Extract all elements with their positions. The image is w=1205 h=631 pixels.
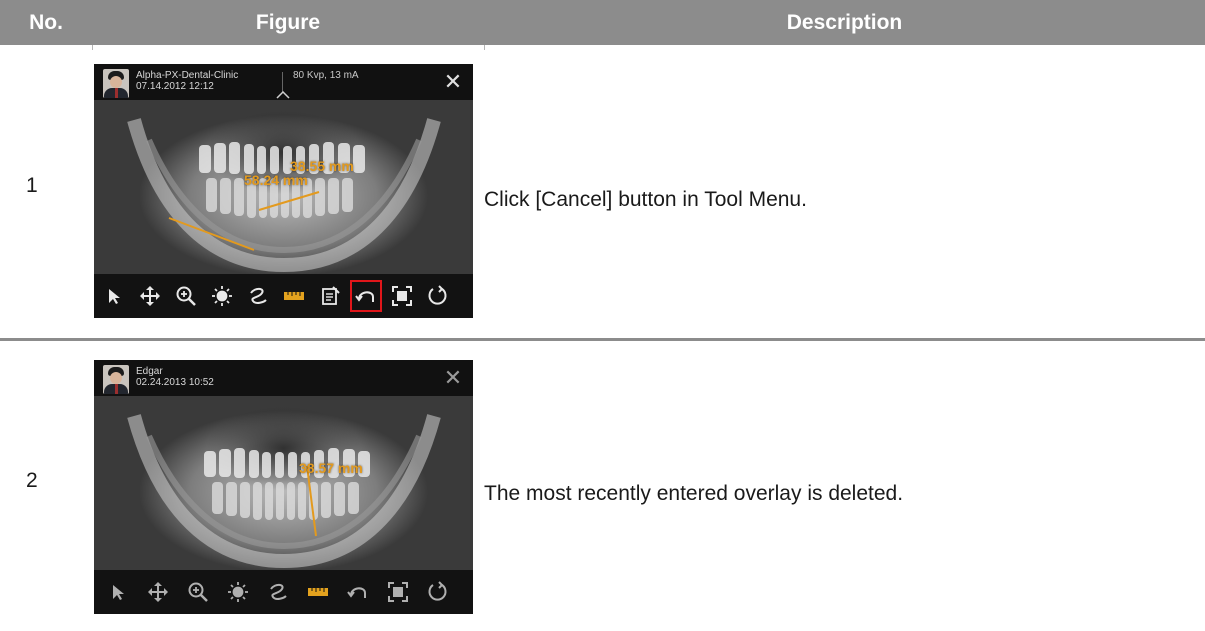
memo-icon[interactable] bbox=[315, 281, 345, 311]
rotate-icon[interactable] bbox=[423, 577, 453, 607]
panoramic-xray-image: 38.57 mm bbox=[94, 396, 473, 570]
row-number: 2 bbox=[26, 469, 38, 492]
header-divider bbox=[282, 72, 283, 92]
column-header-figure: Figure bbox=[255, 11, 321, 34]
table-header: No. Figure Description bbox=[0, 0, 1205, 45]
column-separator bbox=[92, 45, 93, 50]
chevron-up-icon[interactable] bbox=[276, 91, 290, 99]
cancel-icon[interactable] bbox=[343, 577, 373, 607]
tool-menu bbox=[94, 274, 473, 318]
brightness-icon[interactable] bbox=[207, 281, 237, 311]
brightness-icon[interactable] bbox=[223, 577, 253, 607]
pointer-icon[interactable] bbox=[99, 281, 129, 311]
freehand-icon[interactable] bbox=[263, 577, 293, 607]
avatar bbox=[103, 365, 129, 394]
viewer-header: Alpha-PX-Dental-Clinic 07.14.2012 12:12 … bbox=[94, 64, 473, 100]
measurement-label: 58.24 mm bbox=[244, 172, 308, 188]
close-icon[interactable]: ✕ bbox=[441, 366, 465, 390]
panoramic-xray-image: 38.55 mm 58.24 mm bbox=[94, 100, 473, 274]
viewer-header: Edgar 02.24.2013 10:52 ✕ bbox=[94, 360, 473, 396]
pointer-icon[interactable] bbox=[103, 577, 133, 607]
fit-screen-icon[interactable] bbox=[387, 281, 417, 311]
row-number: 1 bbox=[26, 174, 38, 197]
row-description: The most recently entered overlay is del… bbox=[484, 482, 904, 505]
ruler-icon[interactable] bbox=[303, 577, 333, 607]
tool-menu bbox=[94, 570, 473, 614]
avatar bbox=[103, 69, 129, 98]
patient-name: Alpha-PX-Dental-Clinic bbox=[136, 70, 239, 81]
row-divider bbox=[0, 338, 1205, 341]
exam-datetime: 07.14.2012 12:12 bbox=[136, 81, 214, 92]
exam-datetime: 02.24.2013 10:52 bbox=[136, 377, 214, 388]
zoom-icon[interactable] bbox=[171, 281, 201, 311]
column-header-description: Description bbox=[786, 11, 903, 34]
pan-icon[interactable] bbox=[135, 281, 165, 311]
viewer-figure: Edgar 02.24.2013 10:52 ✕ 38.57 mm bbox=[94, 360, 473, 614]
zoom-icon[interactable] bbox=[183, 577, 213, 607]
ruler-icon[interactable] bbox=[279, 281, 309, 311]
measurement-label: 38.57 mm bbox=[299, 460, 363, 476]
cancel-icon[interactable] bbox=[350, 280, 382, 312]
column-header-no: No. bbox=[29, 11, 63, 34]
exposure-info: 80 Kvp, 13 mA bbox=[293, 70, 359, 81]
column-separator bbox=[484, 45, 485, 50]
patient-name: Edgar bbox=[136, 366, 163, 377]
rotate-icon[interactable] bbox=[423, 281, 453, 311]
viewer-figure: Alpha-PX-Dental-Clinic 07.14.2012 12:12 … bbox=[94, 64, 473, 318]
fit-screen-icon[interactable] bbox=[383, 577, 413, 607]
close-icon[interactable]: ✕ bbox=[441, 70, 465, 94]
pan-icon[interactable] bbox=[143, 577, 173, 607]
row-description: Click [Cancel] button in Tool Menu. bbox=[484, 188, 807, 211]
freehand-icon[interactable] bbox=[243, 281, 273, 311]
